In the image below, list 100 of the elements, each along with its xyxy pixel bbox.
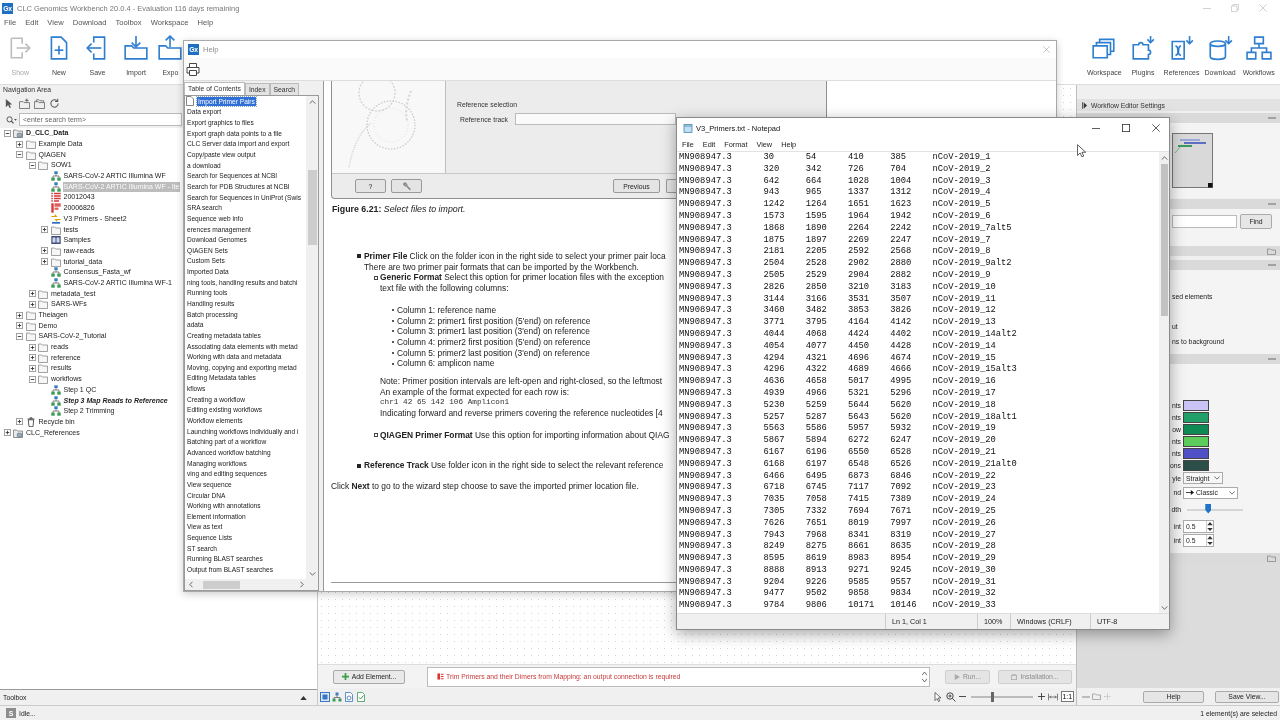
color-swatch[interactable] <box>1183 399 1209 411</box>
text-line: MN908947.3 8888 8913 9271 9245 nCoV-2019_30 <box>679 564 996 575</box>
folder-up-icon <box>157 35 184 61</box>
bullet-icon <box>374 432 378 437</box>
text-line: MN908947.3 30 54 410 385 nCoV-2019_1 <box>679 152 991 162</box>
folders-icon[interactable] <box>34 97 45 109</box>
expand-icon[interactable] <box>28 364 36 372</box>
help-text: There are two primer pair formats that can be imported by the Workbench. <box>364 261 639 273</box>
reference-track-field[interactable] <box>515 113 676 125</box>
expand-icon[interactable] <box>41 226 48 234</box>
print-icon[interactable] <box>186 62 200 76</box>
arrow-icon <box>1186 490 1194 496</box>
notepad-icon <box>683 123 693 133</box>
expand-icon[interactable] <box>16 311 23 319</box>
expand-icon[interactable] <box>41 258 48 266</box>
text-line: MN908947.3 3771 3795 4164 4142 nCoV-2019_13 <box>679 317 996 328</box>
fit-width-icon[interactable] <box>1047 691 1058 702</box>
text-line: MN908947.3 642 664 1028 1004 nCoV-2019_3 <box>679 175 991 186</box>
minus-icon[interactable] <box>958 696 966 697</box>
trash-icon <box>25 416 36 427</box>
text-line: MN908947.3 5230 5259 5644 5620 nCoV-2019_18 <box>679 399 996 410</box>
list-item-text: Column 1: reference name <box>397 304 497 316</box>
collapse-icon[interactable] <box>28 161 36 169</box>
color-swatch[interactable] <box>1183 423 1209 435</box>
close-icon[interactable] <box>1152 124 1160 132</box>
text-line: MN908947.3 9204 9226 9585 9557 nCoV-2019_31 <box>679 576 996 587</box>
layout-icon[interactable] <box>320 691 330 702</box>
samples-icon <box>50 235 61 246</box>
color-swatch[interactable] <box>1183 411 1209 423</box>
zoom-in-icon[interactable] <box>945 691 956 702</box>
collapse-icon[interactable] <box>16 332 23 340</box>
minimize-icon[interactable] <box>1092 127 1100 129</box>
color-swatch[interactable] <box>1183 459 1209 471</box>
expand-icon[interactable] <box>41 247 48 255</box>
folder-icon <box>38 299 48 310</box>
scroll-arrows-icon[interactable] <box>922 670 927 683</box>
text-line: MN908947.3 1875 1897 2269 2247 nCoV-2019_7 <box>679 234 991 245</box>
scroll-down-icon[interactable] <box>1160 606 1168 610</box>
expand-icon[interactable] <box>3 429 11 437</box>
text-line: MN908947.3 4294 4321 4696 4674 nCoV-2019_15 <box>679 352 996 363</box>
text-line: MN908947.3 7305 7332 7694 7671 nCoV-2019_25 <box>679 505 996 516</box>
scrollbar-thumb[interactable] <box>1160 164 1168 316</box>
plus-icon[interactable] <box>1037 693 1045 700</box>
slider-thumb[interactable] <box>990 691 994 702</box>
collapse-arrow-icon[interactable] <box>300 695 307 700</box>
text-line: MN908947.3 4636 4658 5017 4995 nCoV-2019_16 <box>679 376 996 387</box>
bullet-icon <box>357 463 361 468</box>
text-line: MN908947.3 3144 3166 3531 3507 nCoV-2019_11 <box>679 293 996 304</box>
folder-icon <box>38 160 48 171</box>
workflow-icon <box>50 267 61 278</box>
scrollbar-thumb[interactable] <box>307 170 317 245</box>
collapse-icon[interactable] <box>3 129 11 137</box>
text-line: MN908947.3 6466 6495 6873 6846 nCoV-2019_22 <box>679 470 996 481</box>
text-line: MN908947.3 4296 4322 4689 4666 nCoV-2019_15alt3 <box>679 364 1017 375</box>
chart-icon <box>50 203 61 214</box>
document-refresh-icon[interactable] <box>344 691 354 702</box>
workflow-preview[interactable] <box>1172 133 1213 188</box>
list-item-text: QIAGEN Primer Format Use this option for importing information about QIAG <box>380 429 670 441</box>
scroll-left-icon[interactable] <box>189 581 193 588</box>
workflow-icon[interactable] <box>332 691 342 702</box>
color-swatch[interactable] <box>1183 447 1209 459</box>
expand-icon[interactable] <box>16 140 23 148</box>
expand-icon[interactable] <box>28 354 36 362</box>
scroll-up-icon[interactable] <box>1160 156 1168 160</box>
text-line: MN908947.3 2504 2528 2902 2880 nCoV-2019_9alt2 <box>679 258 1012 269</box>
slider-thumb[interactable] <box>1205 503 1212 514</box>
expand-icon[interactable] <box>16 418 23 426</box>
spinner-arrows-icon <box>1206 520 1213 532</box>
workflow-icon <box>50 395 61 406</box>
expand-icon[interactable] <box>28 290 36 298</box>
scrollbar-thumb[interactable] <box>203 580 240 589</box>
maximize-icon[interactable] <box>1122 124 1130 132</box>
expand-icon[interactable] <box>28 300 36 308</box>
list-item-text: Column 2: primer1 first position (5'end) on reference <box>397 315 591 327</box>
scroll-down-icon[interactable] <box>308 572 316 576</box>
workflow-icon <box>50 171 61 182</box>
scroll-up-icon[interactable] <box>308 100 316 104</box>
text-line: MN908947.3 8595 8619 8983 8954 nCoV-2019_29 <box>679 553 996 564</box>
folder-icon <box>38 363 48 374</box>
text-line: MN908947.3 6718 6745 7117 7092 nCoV-2019_23 <box>679 482 996 493</box>
expand-icon[interactable] <box>28 343 36 351</box>
find-field[interactable] <box>1172 215 1237 228</box>
text-line: MN908947.3 4054 4077 4450 4428 nCoV-2019_14 <box>679 340 996 351</box>
database-icon <box>13 128 23 139</box>
database-icon <box>13 427 23 438</box>
document-check-icon[interactable] <box>356 691 366 702</box>
collapse-icon[interactable] <box>16 151 23 159</box>
color-swatch[interactable] <box>1183 435 1209 447</box>
scroll-right-icon[interactable] <box>300 581 304 588</box>
caret-icon <box>1229 490 1235 495</box>
search-icon[interactable] <box>6 115 17 124</box>
refresh-icon[interactable] <box>49 97 60 109</box>
caret-icon <box>1214 476 1220 481</box>
new-folder-icon[interactable] <box>19 97 30 109</box>
database-download-icon <box>1207 35 1234 61</box>
collapse-icon[interactable] <box>28 375 36 383</box>
cursor-icon[interactable] <box>4 97 15 109</box>
expand-icon[interactable] <box>16 322 23 330</box>
cursor-icon[interactable] <box>932 691 943 702</box>
text-line: MN908947.3 7943 7968 8341 8319 nCoV-2019_27 <box>679 529 996 540</box>
